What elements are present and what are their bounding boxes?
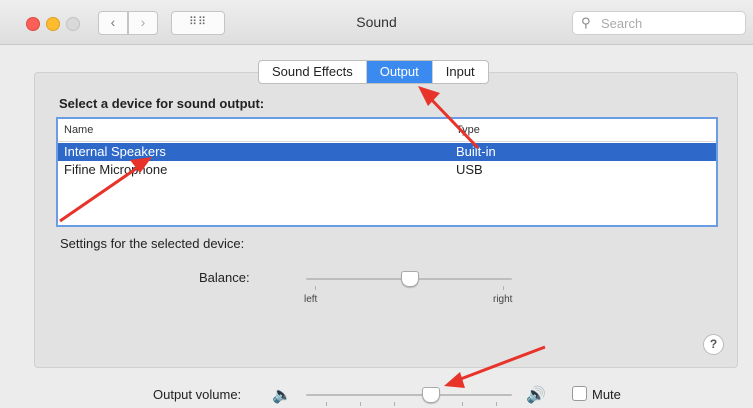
column-header-name[interactable]: Name <box>64 124 93 136</box>
speaker-high-icon: 🔊 <box>526 387 546 404</box>
speaker-low-icon: 🔈 <box>272 387 292 404</box>
output-device-list[interactable]: Name Type Internal Speakers Built-in Fif… <box>56 117 718 227</box>
tab-bar: Sound Effects Output Input <box>258 60 489 84</box>
volume-tick <box>462 402 463 406</box>
device-row-internal-speakers[interactable]: Internal Speakers Built-in <box>58 143 716 161</box>
balance-tick-right <box>503 286 504 290</box>
mute-checkbox[interactable] <box>572 386 587 401</box>
balance-right-label: right <box>493 294 513 305</box>
search-input[interactable] <box>599 14 743 33</box>
device-name: Fifine Microphone <box>64 162 168 177</box>
help-button[interactable]: ? <box>703 334 724 355</box>
tab-sound-effects[interactable]: Sound Effects <box>259 61 367 83</box>
volume-tick <box>496 402 497 406</box>
device-type: Built-in <box>456 144 496 159</box>
volume-tick <box>360 402 361 406</box>
balance-slider-thumb[interactable] <box>401 271 419 287</box>
device-type: USB <box>456 162 483 177</box>
device-row-fifine-microphone[interactable]: Fifine Microphone USB <box>58 161 716 179</box>
volume-slider-thumb[interactable] <box>421 387 440 403</box>
search-field[interactable]: ⚲ <box>572 11 746 35</box>
balance-left-label: left <box>304 294 318 305</box>
title-bar: ‹ › ⠿⠿ Sound ⚲ <box>0 0 753 45</box>
volume-tick <box>326 402 327 406</box>
balance-label: Balance: <box>199 270 250 285</box>
output-volume-label: Output volume: <box>153 387 242 402</box>
search-icon: ⚲ <box>581 15 591 30</box>
settings-label: Settings for the selected device: <box>60 236 245 251</box>
tab-input[interactable]: Input <box>433 61 488 83</box>
column-header-type[interactable]: Type <box>456 124 480 136</box>
balance-tick-left <box>315 286 316 290</box>
device-name: Internal Speakers <box>64 144 166 159</box>
mute-label[interactable]: Mute <box>592 387 621 402</box>
device-section-label: Select a device for sound output: <box>59 96 265 111</box>
list-header: Name Type <box>58 119 716 142</box>
volume-tick <box>394 402 395 406</box>
volume-slider-track[interactable] <box>306 394 512 396</box>
tab-output[interactable]: Output <box>366 61 433 83</box>
